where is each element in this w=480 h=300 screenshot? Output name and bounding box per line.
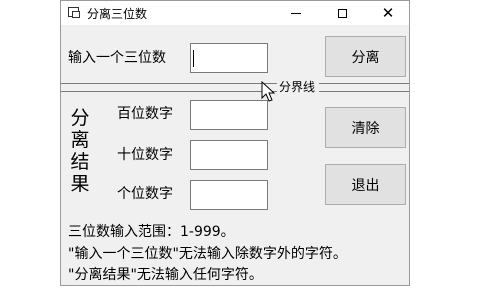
clear-button[interactable]: 清除 — [325, 107, 406, 148]
tens-output — [190, 140, 268, 170]
result-title-char: 分 — [70, 107, 90, 129]
input-label: 输入一个三位数 — [68, 50, 166, 66]
result-title-char: 离 — [70, 129, 90, 151]
maximize-icon — [337, 8, 347, 18]
close-icon: ✕ — [381, 3, 395, 22]
app-window-icon — [68, 7, 80, 18]
result-group-title: 分 离 结 果 — [69, 107, 91, 195]
window-title: 分离三位数 — [87, 7, 148, 21]
info-input-rule: "输入一个三位数"无法输入除数字外的字符。 — [68, 246, 347, 262]
number-input[interactable] — [190, 43, 268, 73]
app-window: 分离三位数 ✕ 输入一个三位数 分离 分界线 分 离 结 果 百位数字 十位数字… — [60, 0, 410, 286]
title-bar[interactable]: 分离三位数 ✕ — [61, 1, 409, 25]
close-button[interactable]: ✕ — [365, 1, 411, 25]
divider-line-top — [61, 83, 409, 84]
split-button[interactable]: 分离 — [325, 36, 406, 77]
ones-label: 个位数字 — [117, 186, 173, 202]
maximize-button[interactable] — [319, 1, 365, 25]
divider-label: 分界线 — [277, 78, 320, 95]
exit-button[interactable]: 退出 — [325, 164, 406, 205]
hundreds-output — [190, 100, 268, 130]
minimize-icon — [291, 12, 301, 14]
minimize-button[interactable] — [273, 1, 319, 25]
hundreds-label: 百位数字 — [117, 106, 173, 122]
mouse-pointer-icon — [261, 81, 275, 102]
tens-label: 十位数字 — [117, 147, 173, 163]
info-result-rule: "分离结果"无法输入任何字符。 — [68, 267, 263, 283]
info-range: 三位数输入范围：1-999。 — [68, 224, 235, 240]
result-title-char: 果 — [70, 173, 90, 195]
divider-line-bottom — [61, 91, 409, 92]
text-caret — [193, 50, 194, 67]
ones-output — [190, 180, 268, 210]
result-title-char: 结 — [70, 151, 90, 173]
